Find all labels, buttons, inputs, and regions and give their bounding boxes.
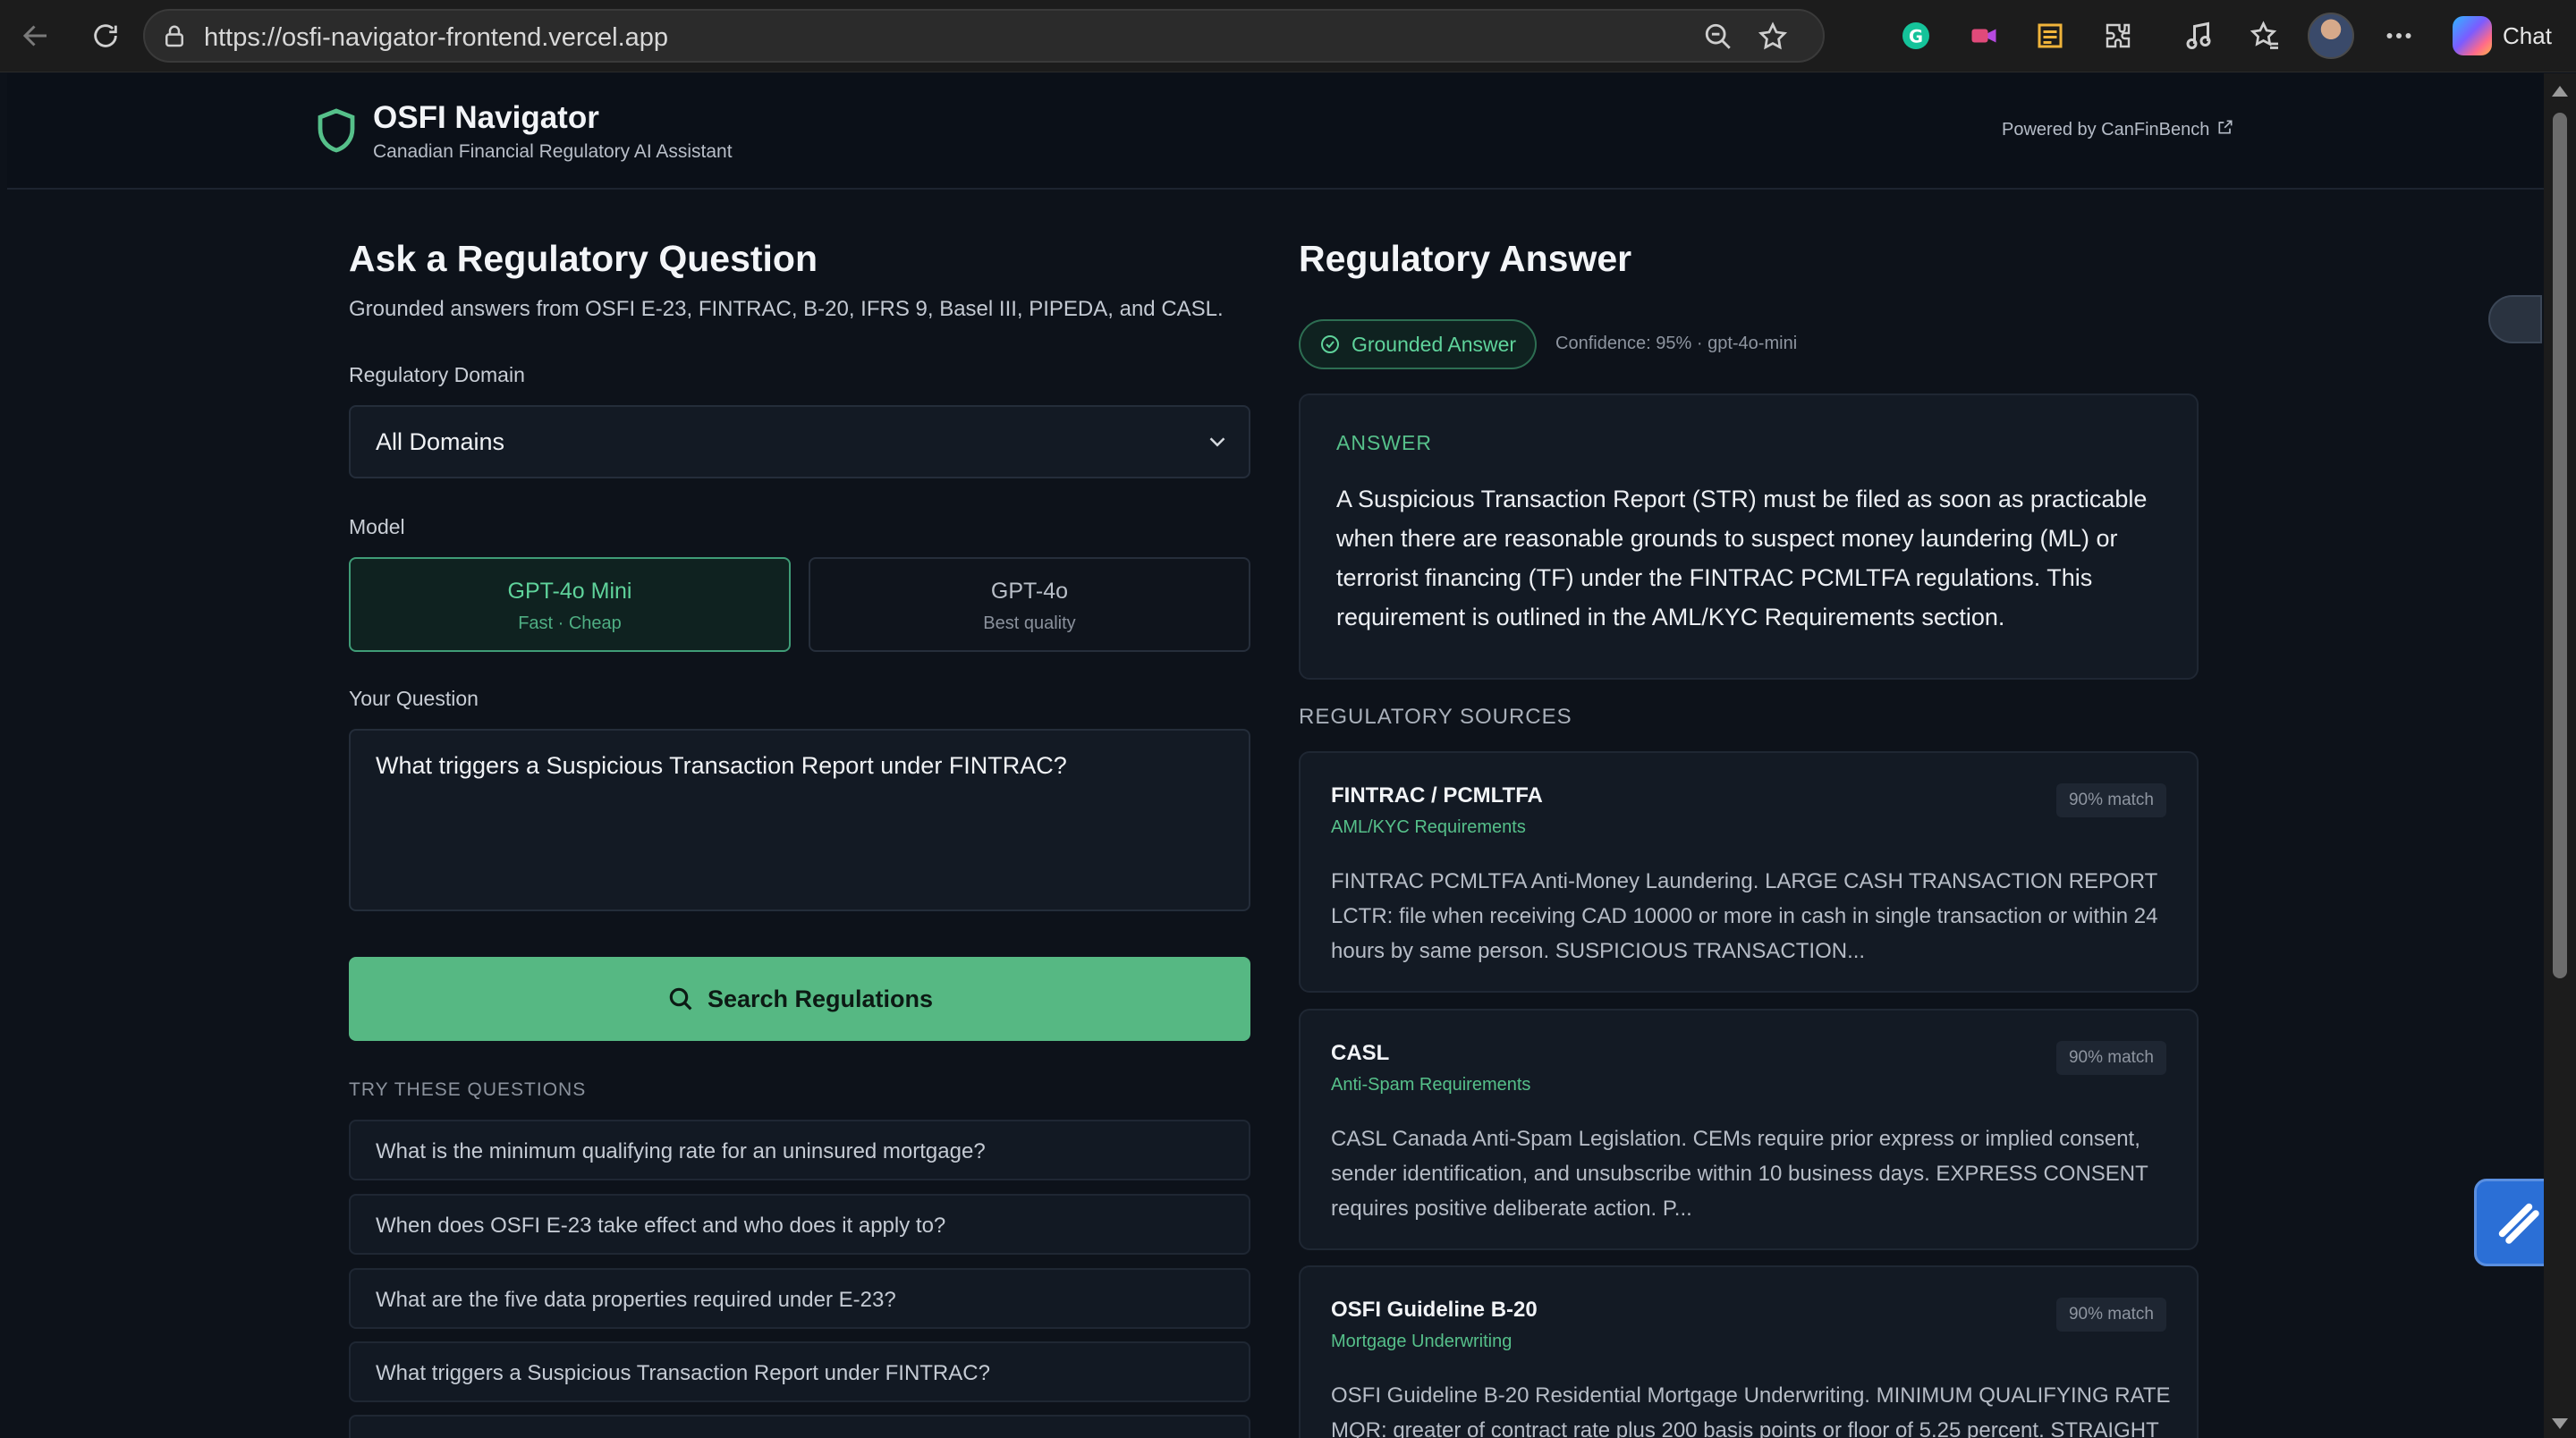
pen-tool-icon [2498, 1203, 2539, 1244]
suggested-question[interactable]: What are the five data properties requir… [349, 1268, 1250, 1329]
shield-icon [315, 107, 358, 158]
video-record-icon[interactable] [1964, 16, 2004, 55]
suggested-question-text[interactable]: When does OSFI E-23 take effect and who … [376, 1214, 945, 1239]
grammarly-icon[interactable]: G [1896, 16, 1936, 55]
suggested-question-text[interactable]: What are the five data properties requir… [376, 1288, 896, 1313]
address-bar[interactable]: https://osfi-navigator-frontend.vercel.a… [143, 9, 1825, 63]
suggested-question[interactable]: What is the minimum qualifying rate for … [349, 1120, 1250, 1180]
check-circle-icon [1319, 334, 1341, 355]
source-card: FINTRAC / PCMLTFA AML/KYC Requirements 9… [1299, 751, 2199, 993]
profile-avatar[interactable] [2308, 13, 2354, 59]
chevron-down-icon[interactable] [1204, 428, 1231, 460]
source-excerpt: CASL Canada Anti-Spam Legislation. CEMs … [1331, 1127, 2148, 1221]
grounded-answer-badge: Grounded Answer [1299, 319, 1537, 369]
domain-select[interactable]: All Domains [349, 405, 1250, 478]
more-options-icon[interactable] [2379, 16, 2419, 55]
match-badge: 90% match [2055, 783, 2166, 817]
model-name: GPT-4o [990, 579, 1069, 604]
source-card: CASL Anti-Spam Requirements 90% match CA… [1299, 1009, 2199, 1250]
copilot-icon [2453, 16, 2492, 55]
suggested-question-text[interactable]: What is the minimum qualifying rate for … [376, 1139, 986, 1164]
zoom-icon[interactable] [1703, 21, 1733, 56]
external-link-icon [2216, 118, 2234, 141]
side-panel-toggle[interactable] [2488, 295, 2542, 343]
model-label: Model [349, 515, 405, 538]
app-subtitle: Canadian Financial Regulatory AI Assista… [373, 141, 733, 162]
app-header: OSFI Navigator Canadian Financial Regula… [7, 73, 2544, 190]
page: OSFI Navigator Canadian Financial Regula… [7, 73, 2544, 1438]
chat-label: Chat [2503, 21, 2552, 49]
powered-by-link[interactable]: Powered by CanFinBench [2002, 118, 2234, 141]
favorite-star-icon[interactable] [1757, 21, 1789, 57]
app-title: OSFI Navigator [373, 100, 599, 135]
source-section: Anti-Spam Requirements [1331, 1075, 1531, 1095]
answer-text: A Suspicious Transaction Report (STR) mu… [1336, 486, 2148, 630]
suggested-question[interactable]: When does OSFI E-23 take effect and who … [349, 1194, 1250, 1255]
suggested-question[interactable] [349, 1415, 1250, 1438]
sources-heading: REGULATORY SOURCES [1299, 705, 1572, 729]
source-excerpt: OSFI Guideline B-20 Residential Mortgage… [1331, 1383, 2171, 1438]
reload-icon[interactable] [86, 16, 125, 55]
domain-label: Regulatory Domain [349, 363, 525, 386]
match-badge: 90% match [2055, 1041, 2166, 1075]
question-text[interactable]: What triggers a Suspicious Transaction R… [376, 752, 1067, 780]
search-button-label: Search Regulations [707, 985, 934, 1012]
media-icon[interactable] [2179, 16, 2218, 55]
match-badge: 90% match [2055, 1298, 2166, 1332]
model-description: Fast · Cheap [518, 613, 622, 633]
url-text[interactable]: https://osfi-navigator-frontend.vercel.a… [204, 23, 668, 53]
source-excerpt: FINTRAC PCMLTFA Anti-Money Laundering. L… [1331, 869, 2158, 963]
favorites-icon[interactable] [2245, 16, 2284, 55]
model-option-gpt-4o-mini[interactable]: GPT-4o Mini Fast · Cheap [349, 557, 791, 652]
ask-heading: Ask a Regulatory Question [349, 238, 818, 279]
question-textarea[interactable]: What triggers a Suspicious Transaction R… [349, 729, 1250, 911]
source-section: AML/KYC Requirements [1331, 817, 1526, 837]
page-scrollbar[interactable] [2544, 73, 2576, 1438]
answer-card-heading: ANSWER [1336, 431, 1432, 454]
scroll-down-arrow[interactable] [2552, 1418, 2568, 1429]
lock-icon[interactable] [161, 23, 188, 55]
answer-card: ANSWER A Suspicious Transaction Report (… [1299, 393, 2199, 680]
confidence-text: Confidence: 95% · gpt-4o-mini [1555, 334, 1798, 353]
model-option-gpt-4o[interactable]: GPT-4o Best quality [809, 557, 1250, 652]
source-title: FINTRAC / PCMLTFA [1331, 783, 1543, 808]
source-card: OSFI Guideline B-20 Mortgage Underwritin… [1299, 1265, 2199, 1438]
search-regulations-button[interactable]: Search Regulations [349, 957, 1250, 1041]
scroll-up-arrow[interactable] [2552, 86, 2568, 97]
source-title: CASL [1331, 1041, 1390, 1065]
grounded-label: Grounded Answer [1351, 332, 1517, 356]
answer-heading: Regulatory Answer [1299, 238, 1632, 279]
extensions-icon[interactable] [2098, 16, 2138, 55]
svg-text:G: G [1909, 27, 1923, 47]
back-icon[interactable] [16, 16, 55, 55]
question-label: Your Question [349, 687, 479, 710]
suggested-question-text[interactable]: What triggers a Suspicious Transaction R… [376, 1361, 990, 1386]
suggested-question[interactable]: What triggers a Suspicious Transaction R… [349, 1341, 1250, 1402]
domain-select-value[interactable]: All Domains [376, 428, 504, 456]
powered-by-text[interactable]: Powered by CanFinBench [2002, 120, 2209, 140]
model-name: GPT-4o Mini [507, 579, 632, 604]
search-icon [666, 985, 695, 1013]
try-questions-heading: TRY THESE QUESTIONS [349, 1079, 587, 1100]
reader-icon[interactable] [2030, 16, 2070, 55]
copilot-chat-button[interactable]: Chat [2442, 9, 2567, 63]
ask-description: Grounded answers from OSFI E-23, FINTRAC… [349, 297, 1224, 321]
source-title: OSFI Guideline B-20 [1331, 1298, 1538, 1322]
model-description: Best quality [983, 613, 1076, 633]
browser-toolbar: https://osfi-navigator-frontend.vercel.a… [0, 0, 2576, 72]
source-section: Mortgage Underwriting [1331, 1332, 1513, 1351]
scrollbar-thumb[interactable] [2553, 113, 2567, 978]
